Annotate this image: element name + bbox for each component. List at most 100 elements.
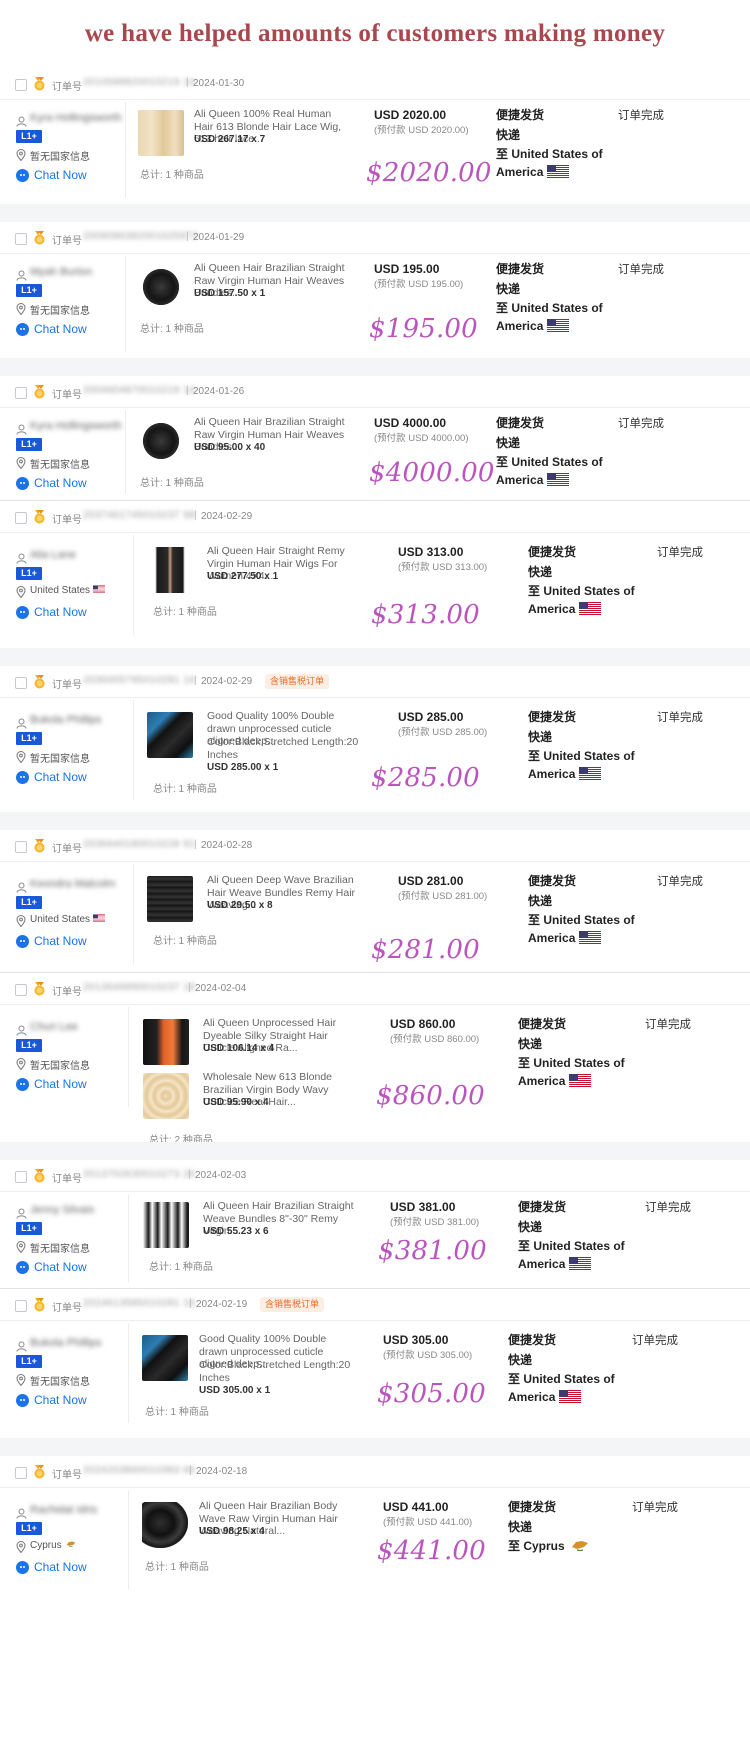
order-number[interactable]: 2013646890010237 18 bbox=[83, 982, 195, 993]
order-number[interactable]: 2036640180010228 91 bbox=[83, 839, 195, 850]
column-divider bbox=[128, 1490, 129, 1590]
us-flag-icon bbox=[569, 1257, 592, 1270]
chat-icon[interactable] bbox=[16, 1078, 29, 1091]
chat-now-link[interactable]: Chat Now bbox=[34, 168, 87, 182]
product-thumbnail[interactable] bbox=[138, 264, 184, 310]
shipping-destination: 至 Cyprus bbox=[508, 1537, 628, 1555]
column-divider bbox=[128, 1194, 129, 1282]
order-select-checkbox[interactable] bbox=[15, 1300, 27, 1312]
buyer-name[interactable]: Jenny Silvais bbox=[30, 1204, 94, 1216]
chat-icon[interactable] bbox=[16, 169, 29, 182]
buyer-name[interactable]: Churi Lee bbox=[30, 1021, 78, 1033]
order-select-checkbox[interactable] bbox=[15, 984, 27, 996]
order-select-checkbox[interactable] bbox=[15, 1171, 27, 1183]
chat-now-link[interactable]: Chat Now bbox=[34, 1077, 87, 1091]
shipping-destination: 至 United States of America bbox=[508, 1370, 628, 1406]
chat-icon[interactable] bbox=[16, 606, 29, 619]
product-thumbnail[interactable] bbox=[147, 547, 193, 593]
buyer-name[interactable]: Myah Burton bbox=[30, 266, 92, 278]
order-card: 订单号 2010598820010219 14 | 2024-01-30 Kyra Ho… bbox=[0, 68, 750, 204]
user-icon bbox=[16, 1023, 27, 1036]
earned-amount-overlay: $285.00 bbox=[371, 763, 480, 793]
order-select-checkbox[interactable] bbox=[15, 512, 27, 524]
buyer-name[interactable]: Rachidat Idris bbox=[30, 1504, 97, 1516]
header-divider: | bbox=[186, 77, 189, 88]
chat-icon[interactable] bbox=[16, 323, 29, 336]
chat-icon[interactable] bbox=[16, 1561, 29, 1574]
product-thumbnail[interactable] bbox=[143, 1202, 189, 1248]
us-flag-icon bbox=[93, 585, 106, 593]
order-status: 订单完成 bbox=[618, 110, 664, 122]
location-pin-icon bbox=[16, 302, 26, 316]
product-unit-price: USD 98.25 x 4 bbox=[199, 1526, 265, 1537]
buyer-name[interactable]: Kyra Hollingsworth bbox=[30, 420, 122, 432]
product-thumbnail[interactable] bbox=[138, 418, 184, 464]
order-separator bbox=[0, 358, 750, 376]
order-select-checkbox[interactable] bbox=[15, 79, 27, 91]
order-number-label: 订单号 bbox=[52, 987, 82, 998]
order-date: 2024-02-18 bbox=[196, 1466, 248, 1477]
order-number[interactable]: 2010598820010219 14 bbox=[83, 77, 195, 88]
chat-icon[interactable] bbox=[16, 1394, 29, 1407]
chat-icon[interactable] bbox=[16, 771, 29, 784]
order-select-checkbox[interactable] bbox=[15, 233, 27, 245]
location-pin-icon bbox=[16, 456, 26, 470]
chat-now-link[interactable]: Chat Now bbox=[34, 1560, 87, 1574]
order-total: USD 441.00 bbox=[383, 1500, 449, 1514]
order-header: 订单号 2013702630010273 26 | 2024-02-03 bbox=[0, 1160, 750, 1192]
chat-icon[interactable] bbox=[16, 1261, 29, 1274]
order-number[interactable]: 2004604870010219 14 bbox=[83, 385, 195, 396]
product-thumbnail[interactable] bbox=[143, 1073, 189, 1119]
order-number[interactable]: 2037461745010237 98 bbox=[83, 510, 195, 521]
product-thumbnail[interactable] bbox=[147, 876, 193, 922]
chat-icon[interactable] bbox=[16, 935, 29, 948]
order-total: USD 4000.00 bbox=[374, 416, 447, 430]
chat-icon[interactable] bbox=[16, 477, 29, 490]
shipping-destination: 至 United States of America bbox=[496, 299, 616, 335]
order-select-checkbox[interactable] bbox=[15, 1467, 27, 1479]
buyer-name[interactable]: Alia Lane bbox=[30, 549, 76, 561]
chat-now-link[interactable]: Chat Now bbox=[34, 1260, 87, 1274]
order-number[interactable]: 2036005795010281 16 bbox=[83, 675, 195, 686]
order-status: 订单完成 bbox=[632, 1335, 678, 1347]
order-number[interactable]: 2024613585010281 16 bbox=[83, 1298, 195, 1309]
chat-now-link[interactable]: Chat Now bbox=[34, 934, 87, 948]
order-number[interactable]: 2024203860010383 66 bbox=[83, 1465, 195, 1476]
product-thumbnail[interactable] bbox=[143, 1019, 189, 1065]
chat-now-link[interactable]: Chat Now bbox=[34, 605, 87, 619]
order-header: 订单号 2009096382001025972 | 2024-01-29 bbox=[0, 222, 750, 254]
chat-now-link[interactable]: Chat Now bbox=[34, 322, 87, 336]
order-card: 订单号 2009096382001025972 | 2024-01-29 Myah Bu… bbox=[0, 222, 750, 358]
chat-now-link[interactable]: Chat Now bbox=[34, 1393, 87, 1407]
prepayment-amount: (预付款 USD 313.00) bbox=[398, 562, 488, 573]
buyer-level-badge: L1+ bbox=[16, 732, 42, 745]
shipping-carrier: 快递 bbox=[518, 1037, 543, 1051]
product-thumbnail[interactable] bbox=[142, 1502, 188, 1548]
order-number[interactable]: 2013702630010273 26 bbox=[83, 1169, 195, 1180]
shipping-method: 便捷发货 bbox=[496, 416, 545, 430]
buyer-location: 暂无国家信息 bbox=[30, 1240, 90, 1255]
product-thumbnail[interactable] bbox=[142, 1335, 188, 1381]
product-thumbnail[interactable] bbox=[138, 110, 184, 156]
chat-now-link[interactable]: Chat Now bbox=[34, 476, 87, 490]
chat-now-link[interactable]: Chat Now bbox=[34, 770, 87, 784]
order-select-checkbox[interactable] bbox=[15, 387, 27, 399]
order-number[interactable]: 2009096382001025972 bbox=[83, 231, 198, 242]
buyer-name[interactable]: Keondra Malcolm bbox=[30, 878, 116, 890]
buyer-location-text: 暂无国家信息 bbox=[30, 1244, 90, 1255]
buyer-name[interactable]: Kyra Hollingsworth bbox=[30, 112, 122, 124]
buyer-name[interactable]: Bukola Phillips bbox=[30, 1337, 102, 1349]
sales-tax-badge: 含销售税订单 bbox=[265, 674, 330, 689]
order-card: 订单号 2013702630010273 26 | 2024-02-03 Jenny S… bbox=[0, 1160, 750, 1288]
header-divider: | bbox=[189, 1465, 192, 1476]
buyer-location-text: Cyprus bbox=[30, 1540, 62, 1551]
buyer-location-text: 暂无国家信息 bbox=[30, 1377, 90, 1388]
shipping-method: 便捷发货 bbox=[528, 710, 577, 724]
buyer-name[interactable]: Bukola Phillips bbox=[30, 714, 102, 726]
shipping-carrier: 快递 bbox=[528, 565, 553, 579]
buyer-level-badge: L1+ bbox=[16, 567, 42, 580]
order-select-checkbox[interactable] bbox=[15, 841, 27, 853]
order-select-checkbox[interactable] bbox=[15, 677, 27, 689]
earned-amount-overlay: $281.00 bbox=[371, 935, 480, 965]
product-thumbnail[interactable] bbox=[147, 712, 193, 758]
